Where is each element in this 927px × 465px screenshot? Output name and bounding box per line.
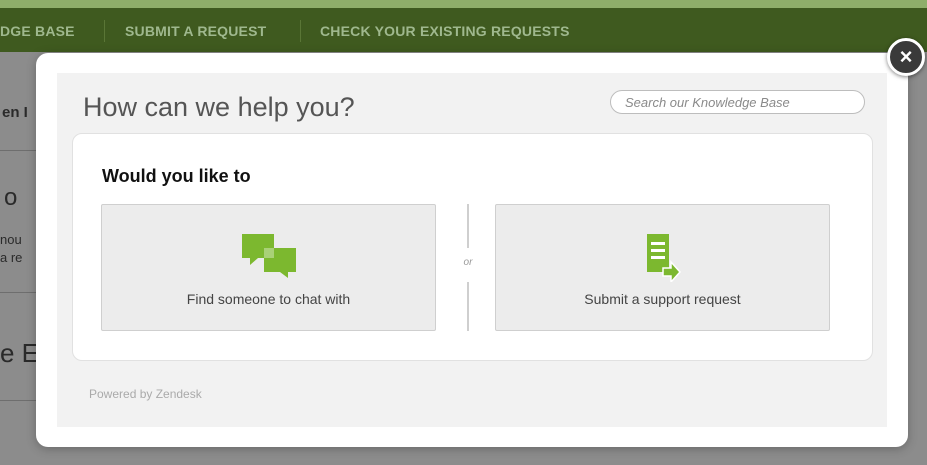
- background-divider: [0, 150, 36, 151]
- nav-separator: [300, 20, 301, 42]
- nav-check-requests[interactable]: CHECK YOUR EXISTING REQUESTS: [320, 23, 570, 39]
- search-input[interactable]: [611, 91, 864, 113]
- knowledge-base-search[interactable]: [610, 90, 865, 114]
- chat-option-label: Find someone to chat with: [186, 291, 351, 307]
- chat-bubbles-icon: [240, 232, 298, 283]
- document-arrow-icon: [645, 232, 681, 287]
- nav-separator: [104, 20, 105, 42]
- options-heading: Would you like to: [102, 166, 251, 186]
- powered-by-footer: Powered by Zendesk: [89, 387, 202, 401]
- nav-knowledge-base[interactable]: DGE BASE: [0, 23, 75, 39]
- background-text: a re: [0, 250, 23, 265]
- background-text: o: [4, 184, 18, 211]
- background-divider: [0, 292, 36, 293]
- background-text: e E: [0, 338, 40, 368]
- background-divider: [0, 400, 36, 401]
- chat-option-button[interactable]: Find someone to chat with: [101, 204, 436, 331]
- modal-title: How can we help you?: [83, 92, 355, 122]
- top-navigation: DGE BASE SUBMIT A REQUEST CHECK YOUR EXI…: [0, 0, 927, 52]
- or-divider-bottom: [467, 282, 469, 331]
- help-modal: How can we help you? Would you like to F…: [36, 53, 908, 447]
- nav-submit-request[interactable]: SUBMIT A REQUEST: [125, 23, 266, 39]
- submit-request-option-button[interactable]: Submit a support request: [495, 204, 830, 331]
- close-modal-button[interactable]: ×: [887, 38, 925, 76]
- background-text: en I: [2, 104, 28, 121]
- submit-request-label: Submit a support request: [584, 291, 741, 307]
- or-label: or: [463, 257, 473, 268]
- background-text: nou: [0, 232, 22, 247]
- modal-body: How can we help you? Would you like to F…: [57, 73, 887, 427]
- close-icon: ×: [899, 44, 913, 69]
- or-divider-top: [467, 204, 469, 248]
- options-card: Would you like to Find someone to chat w…: [72, 133, 873, 361]
